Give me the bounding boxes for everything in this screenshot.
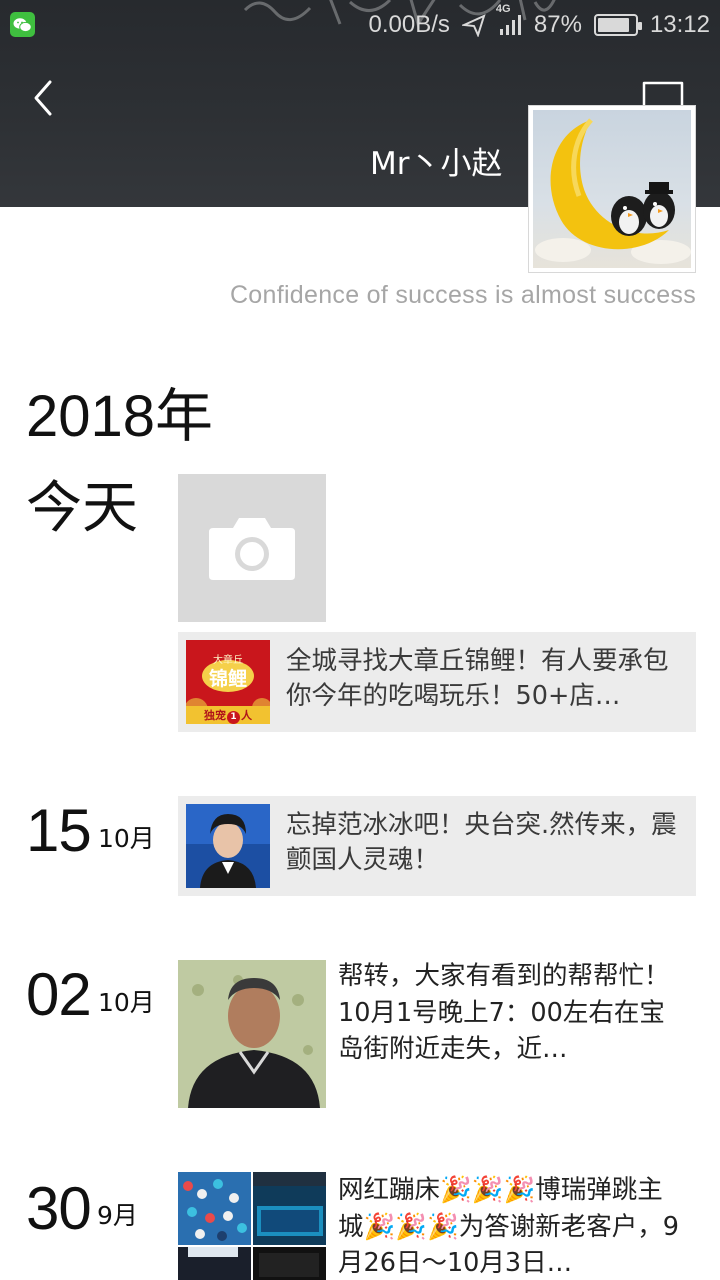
today-label: 今天: [26, 476, 138, 541]
location-arrow-icon: [461, 13, 486, 37]
battery-level: [597, 18, 630, 32]
entry-day: 02: [26, 961, 92, 1028]
avatar[interactable]: [528, 105, 696, 273]
post-photo[interactable]: [178, 960, 326, 1108]
entry-month: 10月: [98, 824, 155, 853]
camera-icon: [209, 518, 295, 580]
post-photo-button[interactable]: [178, 474, 326, 622]
entry-day: 30: [26, 1175, 92, 1242]
wechat-icon: [10, 12, 35, 37]
grid-photo[interactable]: [178, 1247, 251, 1280]
thumb-text-num: 1: [227, 711, 240, 724]
back-button[interactable]: [22, 78, 62, 118]
signal-icon: 4G: [496, 3, 522, 37]
post-photo-grid[interactable]: [178, 1172, 326, 1280]
grid-photo[interactable]: [253, 1172, 326, 1245]
moon-penguins-picture: [535, 118, 691, 264]
clock: 13:12: [649, 11, 710, 38]
network-speed: 0.00B/s: [368, 11, 450, 38]
entry-month: 9月: [97, 1201, 138, 1230]
year-heading: 2018年: [26, 384, 214, 449]
post-text: 帮转，大家有看到的帮帮忙！10月1号晚上7：00左右在宝岛街附近走失，近…: [338, 961, 670, 1064]
network-type: 4G: [495, 3, 511, 15]
user-name: Mr丶小赵: [370, 146, 503, 182]
entry-day: 15: [26, 797, 92, 864]
grid-photo[interactable]: [253, 1247, 326, 1280]
post-text: 网红蹦床🎉🎉🎉博瑞弹跳主城🎉🎉🎉为答谢新老客户，9月26日～10月3日…: [338, 1175, 679, 1278]
signature-text: Confidence of success is almost success: [229, 281, 696, 309]
article-thumbnail: 大章丘 锦鲤 独宠 1 人: [186, 640, 270, 724]
article-title: 全城寻找大章丘锦鲤！有人要承包你今年的吃喝玩乐！50+店…: [286, 646, 669, 711]
thumb-text-main: 锦鲤: [208, 668, 247, 690]
battery-icon: [593, 14, 642, 36]
status-bar: 0.00B/s 4G 87% 13:12: [0, 0, 720, 50]
article-title: 忘掉范冰冰吧！央台突.然传来，震颤国人灵魂！: [286, 810, 677, 875]
battery-percent: 87%: [533, 11, 582, 38]
entry-month: 10月: [98, 988, 155, 1017]
article-thumbnail: [186, 804, 270, 888]
shared-article-card[interactable]: 大章丘 锦鲤 独宠 1 人 全城寻找大章丘锦鲤！有人要承包你今年的吃喝玩乐！50+店…: [178, 632, 696, 732]
thumb-text-person: 人: [241, 709, 252, 722]
thumb-text-bottom: 独宠: [204, 709, 226, 722]
shared-article-card[interactable]: 忘掉范冰冰吧！央台突.然传来，震颤国人灵魂！: [178, 796, 696, 896]
grid-photo[interactable]: [178, 1172, 251, 1245]
chevron-left-icon: [34, 80, 52, 116]
